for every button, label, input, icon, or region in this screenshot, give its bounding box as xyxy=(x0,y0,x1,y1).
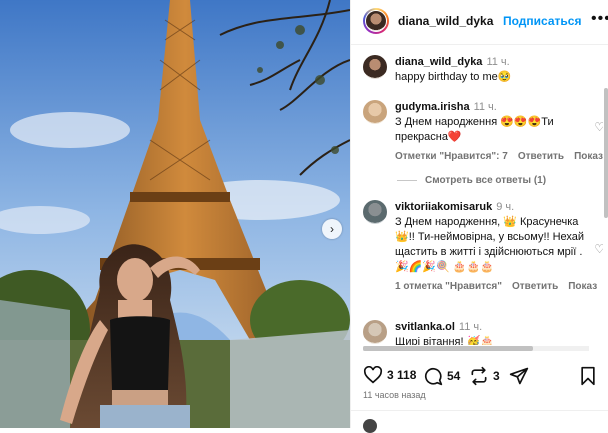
reply-button[interactable]: Ответить xyxy=(518,151,564,162)
more-options-icon[interactable]: ••• xyxy=(591,10,608,28)
caption-text: happy birthday to me🥹 xyxy=(395,71,512,83)
save-button[interactable] xyxy=(579,366,601,386)
post-header: diana_wild_dyka Подписаться ••• xyxy=(351,0,608,45)
post-side-panel: diana_wild_dyka Подписаться ••• diana_wi… xyxy=(350,0,608,433)
comment-text: Щирі вітання! 🥳🎂 xyxy=(395,336,495,345)
post-photo[interactable]: › xyxy=(0,0,350,428)
vertical-scrollbar-thumb[interactable] xyxy=(604,88,608,218)
caption-author[interactable]: diana_wild_dyka xyxy=(395,56,482,68)
add-comment-bar[interactable] xyxy=(351,410,608,433)
comment-count: 54 xyxy=(447,369,461,383)
post-time-ago: 11 часов назад xyxy=(363,390,426,400)
caption-author-avatar[interactable] xyxy=(363,55,387,79)
follow-button[interactable]: Подписаться xyxy=(503,14,581,28)
show-translation-button[interactable]: Показ xyxy=(568,281,597,292)
like-count: 3 118 xyxy=(387,368,417,382)
show-translation-button[interactable]: Показ xyxy=(574,151,603,162)
comment-avatar[interactable] xyxy=(363,100,387,124)
comment-like-heart-icon[interactable]: ♡ xyxy=(594,242,603,257)
repost-button[interactable]: 3 xyxy=(469,366,500,386)
comment-text: З Днем народження, 👑 Красунечка👑!! Ти-не… xyxy=(395,216,585,273)
vertical-scrollbar[interactable] xyxy=(603,48,608,348)
comment-like-heart-icon[interactable]: ♡ xyxy=(594,120,603,135)
like-button[interactable]: 3 118 xyxy=(363,366,416,384)
comment-avatar[interactable] xyxy=(363,200,387,224)
comment-time: 11 ч. xyxy=(458,321,483,333)
caption-time: 11 ч. xyxy=(486,56,510,68)
post-actions: 3 118 54 3 xyxy=(351,360,608,394)
reply-button[interactable]: Ответить xyxy=(512,281,558,292)
eiffel-tower-photo xyxy=(0,0,350,428)
view-replies-label[interactable]: Смотреть все ответы (1) xyxy=(425,175,546,186)
horizontal-scrollbar[interactable] xyxy=(363,346,589,351)
author-avatar[interactable] xyxy=(363,8,389,34)
bookmark-icon xyxy=(581,366,595,386)
comment-author[interactable]: viktoriiakomisaruk xyxy=(395,201,492,213)
comments-list[interactable]: diana_wild_dyka 11 ч. happy birthday to m… xyxy=(351,45,603,345)
horizontal-scrollbar-thumb[interactable] xyxy=(363,346,533,351)
share-button[interactable] xyxy=(509,366,533,386)
repost-count: 3 xyxy=(493,369,500,383)
send-icon xyxy=(509,367,529,385)
current-user-avatar xyxy=(363,419,377,433)
comment-likes[interactable]: Отметки "Нравится": 7 xyxy=(395,151,508,162)
carousel-next-button[interactable]: › xyxy=(322,219,342,239)
comment-time: 9 ч. xyxy=(496,201,515,213)
comment-button[interactable]: 54 xyxy=(423,366,460,386)
comment-author[interactable]: svitlanka.ol xyxy=(395,321,455,333)
author-username[interactable]: diana_wild_dyka xyxy=(398,14,493,28)
heart-icon xyxy=(363,366,383,384)
comment-time: 11 ч. xyxy=(473,101,497,113)
view-replies-button[interactable]: Смотреть все ответы (1) xyxy=(397,175,546,186)
comment-icon xyxy=(424,367,443,386)
comment-author[interactable]: gudyma.irisha xyxy=(395,101,470,113)
comment-meta: Отметки "Нравится": 7 Ответить Показ xyxy=(395,149,603,164)
comment-text: З Днем народження 😍😍😍Ти прекрасна❤️ xyxy=(395,116,554,143)
comment-meta: 1 отметка "Нравится" Ответить Показ xyxy=(395,279,597,294)
replies-divider xyxy=(397,180,417,181)
comment-likes[interactable]: 1 отметка "Нравится" xyxy=(395,281,502,292)
comment-avatar[interactable] xyxy=(363,320,387,344)
repost-icon xyxy=(471,366,487,386)
